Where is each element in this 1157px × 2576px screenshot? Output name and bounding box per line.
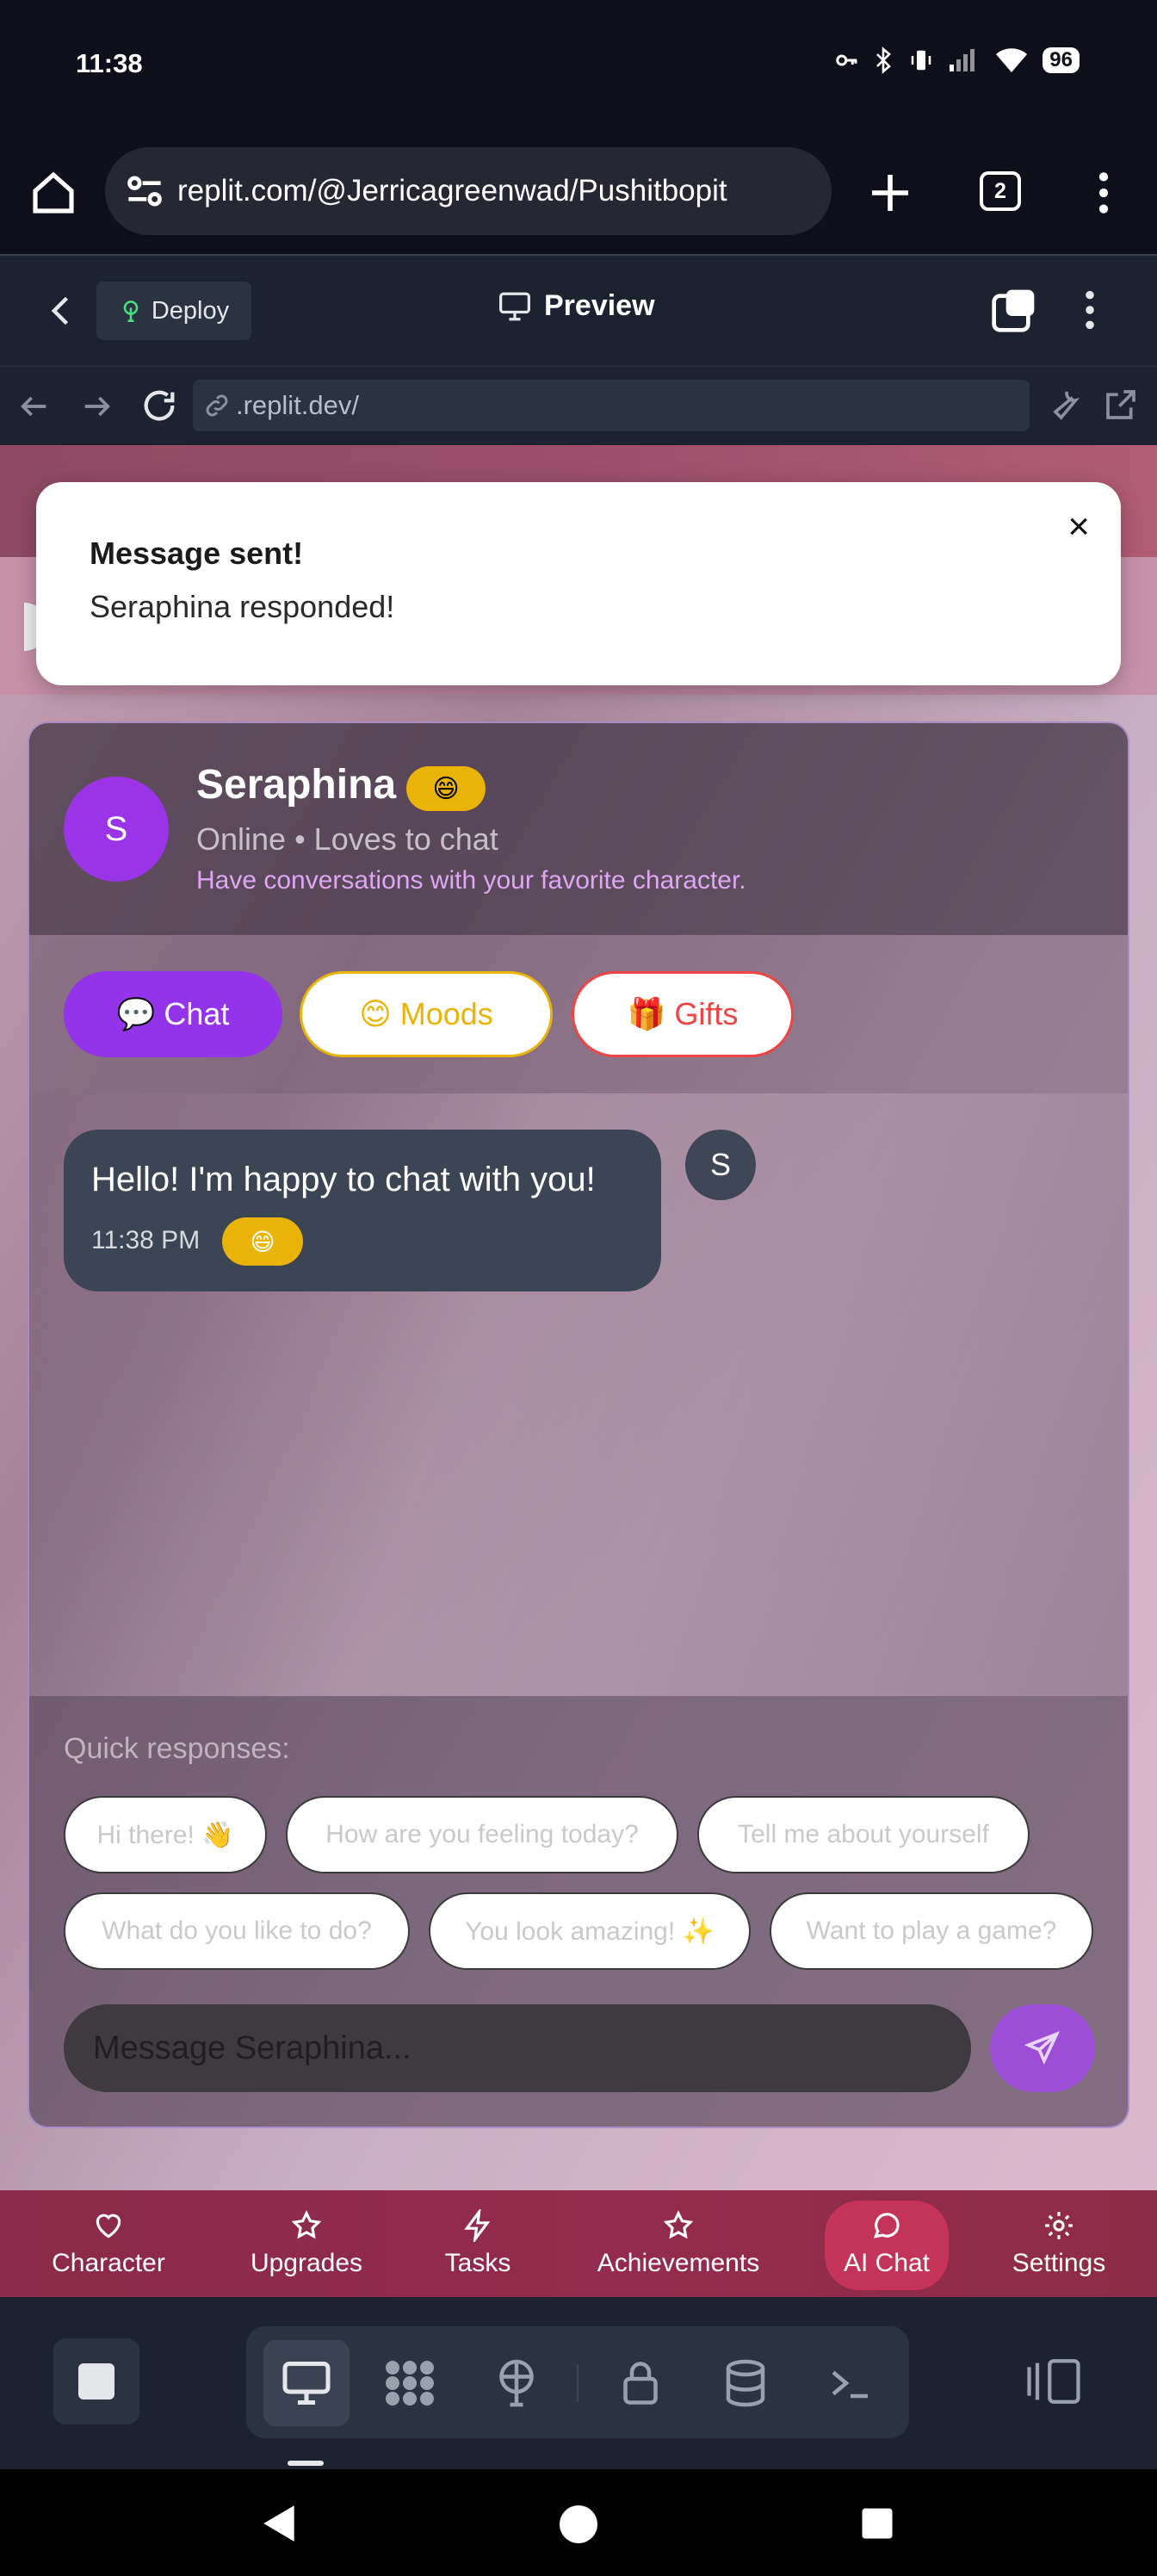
nav-item-settings[interactable]: Settings — [990, 2190, 1128, 2297]
layout-toggle-icon[interactable] — [1021, 2356, 1086, 2407]
webview-url-field[interactable]: .replit.dev/ — [193, 380, 1030, 431]
message-time: 11:38 PM — [91, 1226, 201, 1254]
character-avatar: S — [64, 777, 169, 882]
replit-menu-icon[interactable] — [1067, 286, 1112, 334]
quick-responses-label: Quick responses: — [64, 1732, 290, 1765]
message-text: Hello! I'm happy to chat with you! — [91, 1161, 596, 1198]
tool-divider — [577, 2364, 578, 2402]
tab-gifts[interactable]: 🎁 Gifts — [572, 971, 794, 1057]
quick-response-chip[interactable]: You look amazing! ✨ — [429, 1892, 751, 1970]
preview-label: Preview — [544, 289, 655, 322]
webview-url-text[interactable]: .replit.dev/ — [236, 390, 359, 421]
nav-item-character[interactable]: Character — [31, 2190, 186, 2297]
bluetooth-icon — [876, 46, 892, 74]
monitor-icon — [499, 292, 530, 320]
nav-item-tasks[interactable]: Tasks — [422, 2190, 534, 2297]
toast-title: Message sent! — [90, 536, 304, 571]
deployments-tool-icon[interactable] — [491, 2357, 542, 2409]
link-icon — [206, 394, 228, 417]
signal-icon — [950, 49, 975, 71]
home-circle-icon[interactable] — [558, 2504, 599, 2545]
quick-response-chip[interactable]: Want to play a game? — [770, 1892, 1093, 1970]
status-bar: 11:38 96 — [0, 0, 1157, 129]
key-icon — [836, 54, 857, 66]
message-list[interactable]: Hello! I'm happy to chat with you! 11:38… — [29, 1093, 1128, 1696]
arrow-left-icon[interactable] — [17, 389, 52, 424]
tab-switcher-button[interactable]: 2 — [980, 171, 1021, 211]
character-status: Online • Loves to chat — [196, 821, 498, 857]
quick-response-chip[interactable]: Tell me about yourself — [697, 1796, 1030, 1873]
battery-indicator: 96 — [1043, 47, 1080, 73]
reload-icon[interactable] — [139, 386, 179, 425]
character-name: Seraphina — [196, 762, 397, 808]
status-icons: 96 — [834, 46, 1080, 74]
clock: 11:38 — [76, 48, 143, 78]
star-icon — [663, 2210, 694, 2239]
tab-moods[interactable]: 😊 Moods — [300, 971, 553, 1057]
message-bubble: Hello! I'm happy to chat with you! 11:38… — [64, 1130, 661, 1291]
nav-label: Tasks — [444, 2249, 511, 2277]
deploy-button[interactable]: Deploy — [96, 282, 251, 340]
home-icon[interactable] — [29, 169, 77, 217]
nav-item-achievements[interactable]: Achievements — [577, 2190, 780, 2297]
nav-item-ai-chat[interactable]: AI Chat — [825, 2190, 949, 2297]
tab-bar: 💬 Chat 😊 Moods 🎁 Gifts — [29, 935, 1128, 1093]
tabs-icon[interactable] — [990, 286, 1038, 334]
quick-responses-panel: Quick responses: Hi there! 👋 How are you… — [29, 1696, 1128, 2127]
quick-response-chip[interactable]: How are you feeling today? — [286, 1796, 678, 1873]
deploy-label: Deploy — [151, 296, 230, 325]
back-triangle-icon[interactable] — [258, 2502, 301, 2545]
chat-card: S Seraphina 😄 Online • Loves to chat Hav… — [28, 721, 1129, 2128]
nav-item-upgrades[interactable]: Upgrades — [231, 2190, 382, 2297]
site-settings-icon[interactable] — [121, 167, 169, 215]
apps-tool-icon[interactable] — [382, 2357, 437, 2409]
send-icon — [1024, 2031, 1061, 2065]
stop-icon — [78, 2363, 114, 2400]
nav-label: Character — [52, 2249, 165, 2277]
message-input[interactable]: Message Seraphina... — [64, 2004, 971, 2092]
open-external-icon[interactable] — [1104, 387, 1138, 422]
heart-icon — [96, 2214, 121, 2239]
wrench-icon[interactable] — [1047, 387, 1081, 422]
quick-response-chip[interactable]: What do you like to do? — [64, 1892, 410, 1970]
star-icon — [291, 2210, 322, 2239]
message-avatar: S — [685, 1130, 756, 1200]
recents-square-icon[interactable] — [859, 2505, 895, 2542]
deploy-icon — [123, 300, 139, 322]
nav-label: Settings — [1012, 2249, 1106, 2277]
preview-title: Preview — [498, 289, 655, 323]
terminal-icon[interactable] — [825, 2357, 876, 2409]
arrow-right-icon[interactable] — [79, 389, 114, 424]
new-tab-icon[interactable] — [866, 169, 914, 217]
stop-button[interactable] — [53, 2338, 139, 2424]
lightning-icon — [464, 2209, 491, 2242]
chat-bubble-icon — [873, 2213, 900, 2239]
mood-badge: 😄 — [406, 766, 486, 811]
vibrate-icon — [912, 50, 931, 71]
database-icon[interactable] — [720, 2357, 771, 2409]
nav-label: Achievements — [597, 2249, 760, 2277]
back-chevron-icon[interactable] — [43, 289, 81, 332]
send-button[interactable] — [990, 2004, 1095, 2092]
lock-icon[interactable] — [615, 2357, 666, 2409]
toast-message: Seraphina responded! — [90, 589, 395, 624]
browser-menu-icon[interactable] — [1080, 169, 1128, 217]
active-tool-indicator — [288, 2461, 324, 2466]
preview-tool-icon[interactable] — [281, 2359, 332, 2407]
quick-response-chip[interactable]: Hi there! 👋 — [64, 1796, 267, 1873]
gear-icon — [1045, 2212, 1073, 2239]
url-text[interactable]: replit.com/@Jerricagreenwad/Pushitbopit — [177, 174, 727, 208]
character-description: Have conversations with your favorite ch… — [196, 866, 746, 895]
tab-chat[interactable]: 💬 Chat — [64, 971, 282, 1057]
character-header: S Seraphina 😄 Online • Loves to chat Hav… — [29, 723, 1128, 935]
address-bar[interactable]: replit.com/@Jerricagreenwad/Pushitbopit — [105, 147, 832, 235]
toast-notification: Message sent! Seraphina responded! × — [36, 482, 1121, 685]
nav-label: Upgrades — [250, 2249, 363, 2277]
close-icon[interactable]: × — [1067, 508, 1090, 546]
nav-label: AI Chat — [843, 2249, 931, 2277]
message-mood-badge: 😄 — [222, 1217, 303, 1266]
wifi-icon — [996, 48, 1028, 72]
